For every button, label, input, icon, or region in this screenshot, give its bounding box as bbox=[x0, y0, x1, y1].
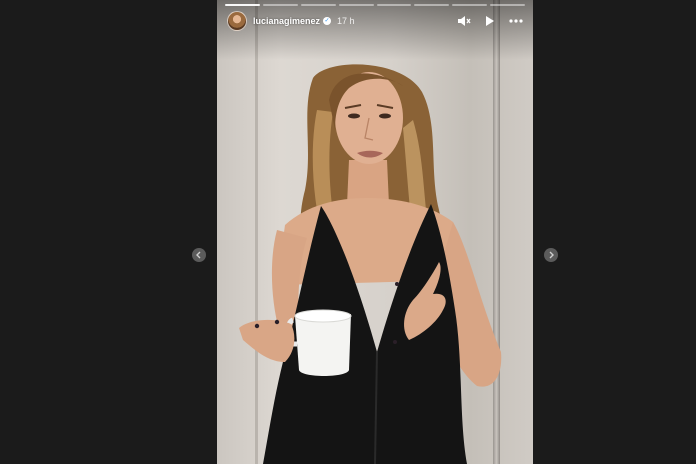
nail bbox=[393, 340, 397, 344]
nail bbox=[395, 282, 399, 286]
progress-segment bbox=[300, 4, 336, 6]
nail bbox=[274, 319, 280, 325]
play-button[interactable] bbox=[483, 14, 497, 28]
eye-right bbox=[379, 113, 391, 119]
nail bbox=[254, 323, 260, 329]
story-progress-bar bbox=[225, 4, 525, 6]
username[interactable]: lucianagimenez bbox=[253, 16, 320, 26]
progress-segment bbox=[490, 4, 525, 6]
more-options-icon bbox=[509, 19, 523, 23]
avatar[interactable] bbox=[227, 11, 247, 31]
left-hand bbox=[239, 319, 295, 362]
muted-speaker-icon bbox=[458, 16, 471, 26]
progress-segment bbox=[376, 4, 412, 6]
next-story-button[interactable] bbox=[544, 248, 558, 262]
story-viewer: lucianagimenez ✓ 17 h bbox=[0, 0, 696, 464]
previous-story-button[interactable] bbox=[192, 248, 206, 262]
progress-segment bbox=[262, 4, 298, 6]
progress-segment bbox=[338, 4, 374, 6]
mute-button[interactable] bbox=[457, 14, 471, 28]
chevron-right-icon bbox=[549, 251, 554, 259]
verified-badge-icon: ✓ bbox=[323, 17, 332, 25]
play-icon bbox=[486, 16, 494, 26]
more-options-button[interactable] bbox=[509, 14, 523, 28]
story-controls bbox=[457, 14, 523, 28]
eye-left bbox=[348, 113, 360, 119]
chevron-left-icon bbox=[196, 251, 201, 259]
story-photo bbox=[239, 64, 502, 464]
progress-segment bbox=[452, 4, 488, 6]
progress-segment bbox=[225, 4, 260, 6]
progress-segment bbox=[414, 4, 450, 6]
post-time: 17 h bbox=[337, 16, 355, 26]
story-header: lucianagimenez ✓ 17 h bbox=[227, 10, 523, 32]
story-frame[interactable]: lucianagimenez ✓ 17 h bbox=[217, 0, 533, 464]
